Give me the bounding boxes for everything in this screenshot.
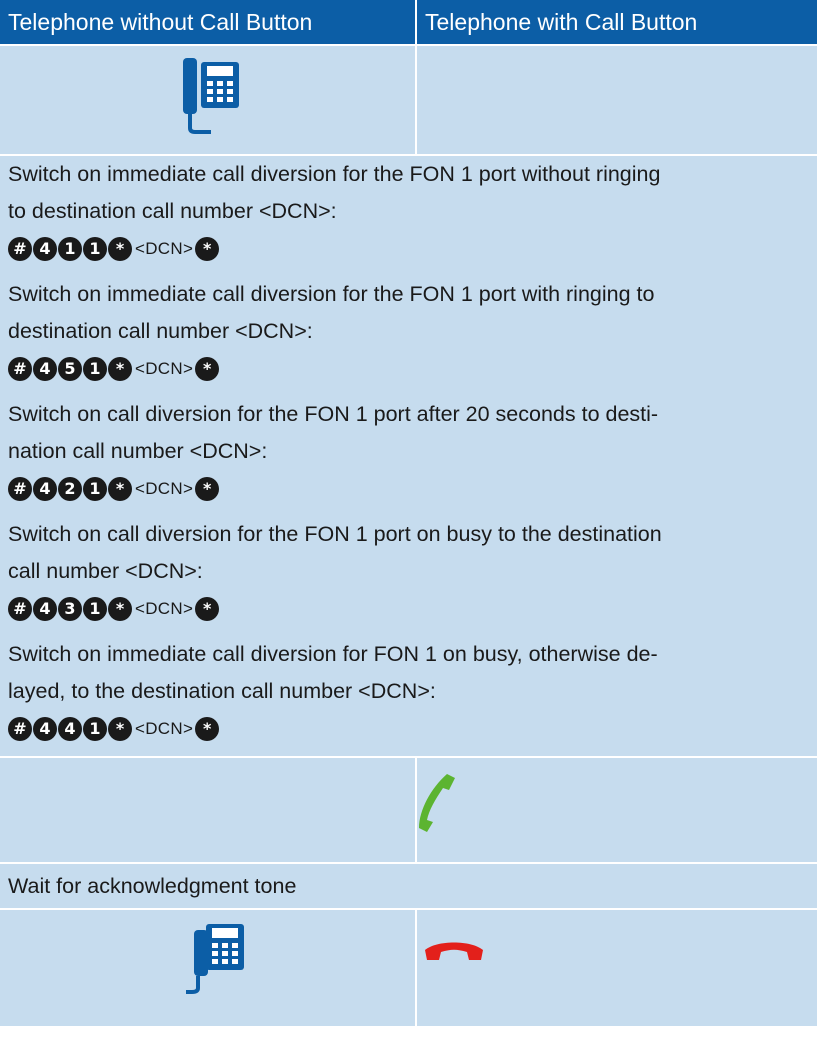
key-glyph: 1 — [83, 357, 107, 381]
instruction-line-1: Switch on immediate call diversion for F… — [8, 642, 658, 666]
dcn-placeholder: <DCN> — [135, 239, 194, 258]
key-glyph: * — [108, 357, 132, 381]
instruction-line-2: layed, to the destination call number <D… — [8, 679, 436, 703]
dcn-placeholder: <DCN> — [135, 599, 194, 618]
header-with-call-button: Telephone with Call Button — [415, 0, 817, 44]
dial-code: #4 5 1 * <DCN> * — [8, 353, 220, 385]
key-glyph: 1 — [83, 237, 107, 261]
key-glyph: # — [8, 597, 32, 621]
key-glyph: * — [195, 357, 220, 381]
pickup-cell-without — [0, 46, 415, 154]
key-glyph: * — [108, 597, 132, 621]
handset-hangup-icon — [425, 942, 483, 960]
wait-text: Wait for acknowledgment tone — [8, 874, 297, 898]
key-glyph: 2 — [58, 477, 82, 501]
key-glyph: 1 — [83, 477, 107, 501]
dcn-placeholder: <DCN> — [135, 479, 194, 498]
instruction-line-2: call number <DCN>: — [8, 559, 203, 583]
instruction-line-1: Switch on immediate call diversion for t… — [8, 162, 661, 186]
instruction-line-1: Switch on call diversion for the FON 1 p… — [8, 402, 659, 426]
instruction-line-1: Switch on immediate call diversion for t… — [8, 282, 655, 306]
key-glyph: 3 — [58, 597, 82, 621]
dcn-placeholder: <DCN> — [135, 719, 194, 738]
key-glyph: # — [8, 357, 32, 381]
key-glyph: 4 — [33, 717, 57, 741]
instructions-list: Switch on immediate call diversion for t… — [0, 156, 817, 756]
key-glyph: * — [195, 237, 220, 261]
call-button-cell-with — [415, 758, 817, 862]
instruction-line-2: nation call number <DCN>: — [8, 439, 268, 463]
handset-pickup-icon — [419, 774, 455, 832]
key-glyph: 1 — [83, 597, 107, 621]
instruction-line-2: to destination call number <DCN>: — [8, 199, 337, 223]
desk-phone-icon — [186, 924, 244, 994]
dial-code: #4 1 1 * <DCN> * — [8, 233, 220, 265]
table-header: Telephone without Call Button Telephone … — [0, 0, 817, 44]
dial-code: #4 4 1 * <DCN> * — [8, 713, 220, 745]
key-glyph: 5 — [58, 357, 82, 381]
key-glyph: # — [8, 717, 32, 741]
key-glyph: 1 — [83, 717, 107, 741]
hangup-cell-with — [415, 910, 817, 1026]
header-without-call-button: Telephone without Call Button — [8, 9, 313, 35]
dcn-placeholder: <DCN> — [135, 359, 194, 378]
key-glyph: 1 — [58, 237, 82, 261]
hangup-cell-without — [0, 910, 415, 1026]
key-glyph: 4 — [58, 717, 82, 741]
desk-phone-icon — [183, 58, 239, 134]
hangup-row — [0, 910, 817, 1026]
pickup-row — [0, 46, 817, 154]
wait-row: Wait for acknowledgment tone — [0, 864, 817, 908]
key-glyph: * — [108, 237, 132, 261]
key-glyph: * — [195, 477, 220, 501]
key-glyph: 4 — [33, 597, 57, 621]
key-glyph: 4 — [33, 477, 57, 501]
key-glyph: * — [195, 717, 220, 741]
dial-code: #4 3 1 * <DCN> * — [8, 593, 220, 625]
instructions-block: Switch on immediate call diversion for t… — [0, 156, 817, 756]
key-glyph: * — [108, 717, 132, 741]
key-glyph: * — [195, 597, 220, 621]
key-glyph: # — [8, 477, 32, 501]
call-button-cell-without — [0, 758, 415, 862]
instruction-line-1: Switch on call diversion for the FON 1 p… — [8, 522, 662, 546]
pickup-cell-with — [415, 46, 817, 154]
key-glyph: * — [108, 477, 132, 501]
instruction-line-2: destination call number <DCN>: — [8, 319, 313, 343]
key-glyph: 4 — [33, 237, 57, 261]
call-button-row — [0, 758, 817, 862]
key-glyph: 4 — [33, 357, 57, 381]
dial-code: #4 2 1 * <DCN> * — [8, 473, 220, 505]
key-glyph: # — [8, 237, 32, 261]
